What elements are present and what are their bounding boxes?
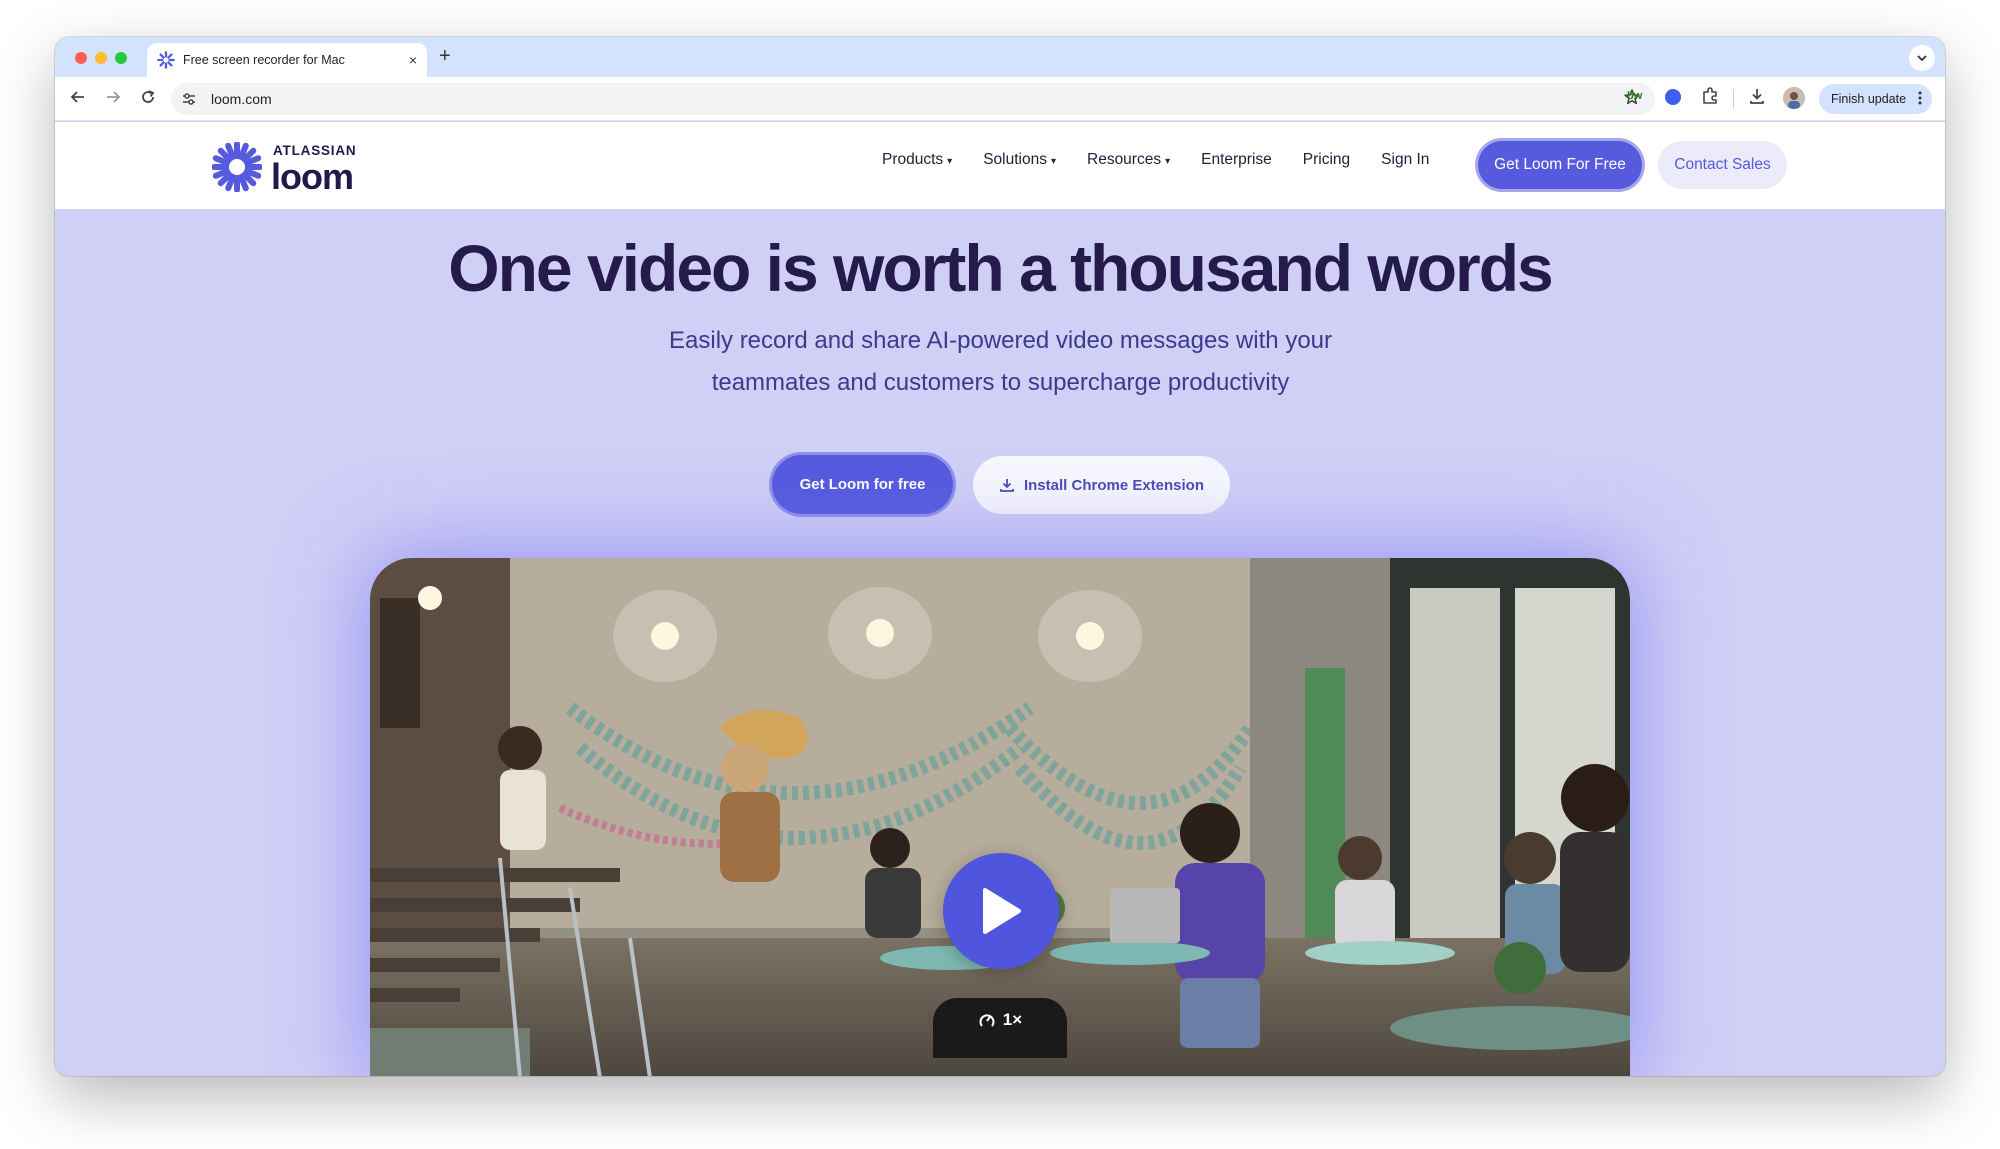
speed-icon xyxy=(979,1014,995,1027)
extension-dot-icon[interactable] xyxy=(1665,89,1681,105)
kebab-menu-icon xyxy=(1918,91,1922,105)
address-bar[interactable]: loom.com xyxy=(171,83,1655,115)
playback-speed-button[interactable]: 1× xyxy=(933,998,1067,1058)
puzzle-icon[interactable] xyxy=(1700,86,1720,106)
toolbar-divider xyxy=(1733,89,1734,109)
web-page: ATLASSIAN loom Products ▾ Solutions ▾ Reso… xyxy=(55,122,1945,1076)
logo-name-text: loom xyxy=(271,156,354,197)
browser-tab[interactable]: Free screen recorder for Mac × xyxy=(147,43,427,77)
site-header: ATLASSIAN loom Products ▾ Solutions ▾ Reso… xyxy=(55,122,1945,209)
minimize-window-button[interactable] xyxy=(95,52,107,64)
nav-solutions[interactable]: Solutions ▾ xyxy=(983,151,1056,169)
back-arrow-icon[interactable] xyxy=(69,88,87,106)
profile-avatar-icon xyxy=(1783,87,1805,109)
install-chrome-extension-button[interactable]: Install Chrome Extension xyxy=(973,456,1230,514)
maximize-window-button[interactable] xyxy=(115,52,127,64)
caret-down-icon: ▾ xyxy=(947,156,953,167)
nav-resources-label: Resources xyxy=(1087,151,1162,168)
nav-pricing[interactable]: Pricing xyxy=(1303,151,1350,169)
main-nav: Products ▾ Solutions ▾ Resources ▾ Enterpri… xyxy=(882,151,1460,169)
get-loom-free-cta[interactable]: Get Loom for free xyxy=(772,455,953,514)
install-chrome-extension-label: Install Chrome Extension xyxy=(1023,476,1205,494)
forward-arrow-icon[interactable] xyxy=(104,88,122,106)
bitwarden-extension-icon[interactable]: bw xyxy=(1627,90,1642,102)
browser-toolbar: loom.com bw Finish update xyxy=(55,77,1945,121)
hero-subtitle: Easily record and share AI-powered video… xyxy=(669,327,1332,396)
chevron-down-icon xyxy=(1917,55,1927,62)
tab-title: Free screen recorder for Mac xyxy=(183,53,345,67)
hero-title: One video is worth a thousand words xyxy=(448,231,1553,305)
new-tab-button[interactable]: + xyxy=(439,45,451,68)
nav-solutions-label: Solutions xyxy=(983,151,1047,168)
reload-icon[interactable] xyxy=(139,88,157,106)
loom-logo[interactable]: ATLASSIAN loom xyxy=(212,140,372,197)
close-window-button[interactable] xyxy=(75,52,87,64)
site-info-icon[interactable] xyxy=(181,91,197,107)
caret-down-icon: ▾ xyxy=(1165,156,1171,167)
download-icon[interactable] xyxy=(1747,86,1767,106)
get-loom-for-free-button[interactable]: Get Loom For Free xyxy=(1478,141,1642,189)
play-button[interactable] xyxy=(943,853,1059,969)
tab-close-icon[interactable]: × xyxy=(409,52,417,68)
contact-sales-button[interactable]: Contact Sales xyxy=(1658,141,1787,189)
nav-sign-in[interactable]: Sign In xyxy=(1381,151,1429,169)
hero-video[interactable]: 1× xyxy=(370,558,1630,1076)
caret-down-icon: ▾ xyxy=(1050,156,1056,167)
profile-avatar[interactable] xyxy=(1783,87,1805,109)
nav-enterprise[interactable]: Enterprise xyxy=(1201,151,1272,169)
nav-products-label: Products xyxy=(882,151,944,168)
url-text: loom.com xyxy=(211,91,272,107)
loom-burst-icon xyxy=(212,142,262,192)
finish-update-label: Finish update xyxy=(1831,92,1907,106)
browser-window: Free screen recorder for Mac × + loom.co… xyxy=(55,37,1945,1076)
loom-favicon-icon xyxy=(157,51,175,69)
play-icon xyxy=(983,888,1021,934)
playback-speed-label: 1× xyxy=(1002,1010,1023,1029)
nav-products[interactable]: Products ▾ xyxy=(882,151,952,169)
download-icon xyxy=(1000,479,1014,492)
tab-search-button[interactable] xyxy=(1909,45,1935,71)
tab-strip: Free screen recorder for Mac × + xyxy=(55,37,1945,77)
nav-resources[interactable]: Resources ▾ xyxy=(1087,151,1170,169)
finish-update-button[interactable]: Finish update xyxy=(1819,84,1933,114)
